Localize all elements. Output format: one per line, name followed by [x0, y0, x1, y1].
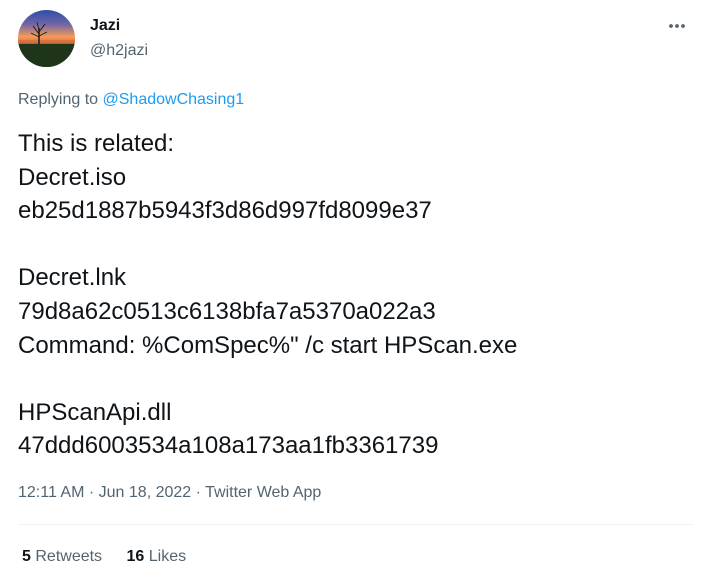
replying-to-prefix: Replying to — [18, 91, 99, 108]
likes-stat[interactable]: 16 Likes — [127, 547, 187, 567]
sunset-tree-picture — [18, 21, 75, 67]
tweet-meta: 12:11 AM · Jun 18, 2022 · Twitter Web Ap… — [18, 483, 321, 503]
author-names: Jazi @h2jazi — [90, 16, 148, 61]
tweet-stats: 5 Retweets 16 Likes — [22, 547, 206, 567]
author-display-name[interactable]: Jazi — [90, 16, 148, 36]
meta-separator: · — [88, 484, 95, 501]
likes-label: Likes — [148, 548, 187, 565]
more-horizontal-icon — [669, 24, 685, 28]
tweet-time[interactable]: 12:11 AM — [18, 484, 84, 501]
tweet-source[interactable]: Twitter Web App — [205, 484, 321, 501]
avatar[interactable] — [18, 10, 75, 67]
likes-count: 16 — [126, 548, 145, 565]
retweets-stat[interactable]: 5 Retweets — [22, 547, 102, 567]
tweet-card: Jazi @h2jazi Replying to @ShadowChasing1… — [0, 0, 706, 584]
retweets-count: 5 — [22, 548, 31, 565]
replying-to: Replying to @ShadowChasing1 — [18, 90, 244, 110]
divider — [18, 524, 694, 525]
meta-separator: · — [195, 484, 201, 501]
tweet-date[interactable]: Jun 18, 2022 — [99, 484, 192, 501]
tweet-text: This is related: Decret.iso eb25d1887b59… — [18, 130, 518, 460]
author-handle[interactable]: @h2jazi — [90, 41, 148, 61]
more-options-button[interactable] — [664, 16, 692, 36]
tweet-header: Jazi @h2jazi — [18, 10, 694, 68]
replying-to-user-link[interactable]: @ShadowChasing1 — [103, 91, 245, 108]
retweets-label: Retweets — [35, 548, 103, 565]
